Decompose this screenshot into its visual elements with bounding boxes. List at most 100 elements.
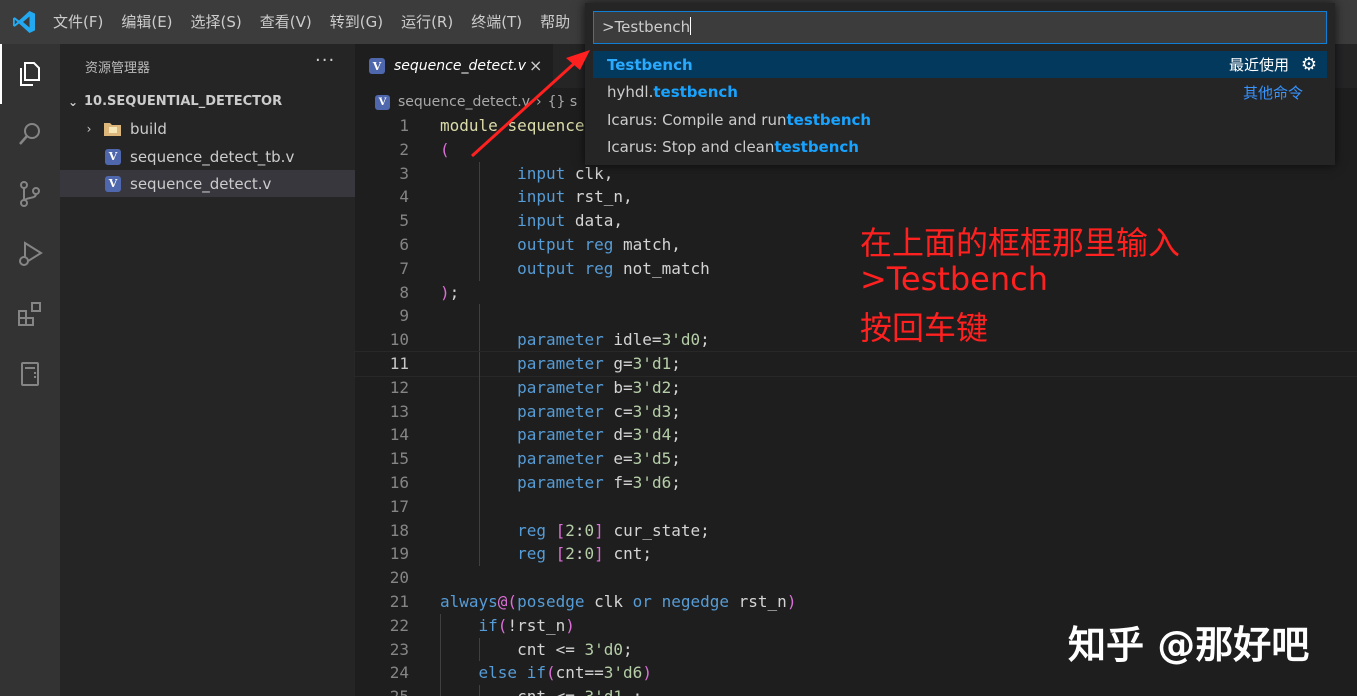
- verilog-file-icon: V: [105, 175, 121, 192]
- breadcrumb-file[interactable]: sequence_detect.v: [398, 94, 530, 110]
- menu-item[interactable]: 选择(S): [182, 0, 251, 44]
- search-activity[interactable]: [0, 104, 60, 164]
- line-number: 7: [399, 258, 409, 278]
- close-icon[interactable]: ×: [529, 56, 542, 75]
- explorer-activity[interactable]: [0, 44, 60, 104]
- code-text: parameter idle=3'd0;: [517, 330, 710, 350]
- code-line[interactable]: 5 input data,: [355, 209, 1357, 233]
- code-line[interactable]: 9: [355, 304, 1357, 329]
- menu-item[interactable]: 转到(G): [321, 0, 392, 44]
- activity-bar: [0, 44, 60, 696]
- line-number: 13: [389, 401, 409, 421]
- indent-guide: [478, 494, 480, 519]
- code-text: (: [440, 139, 450, 159]
- code-line[interactable]: 8);: [355, 281, 1357, 305]
- menu-item[interactable]: 终端(T): [462, 0, 531, 44]
- run-debug-icon: [19, 241, 43, 266]
- code-line[interactable]: 14 parameter d=3'd4;: [355, 423, 1357, 448]
- command-match: testbench: [653, 83, 738, 101]
- source-control-activity[interactable]: [0, 164, 60, 224]
- workspace-folder[interactable]: ⌄ 10.SEQUENTIAL_DETECTOR: [60, 88, 355, 115]
- code-line[interactable]: 4 input rst_n,: [355, 185, 1357, 210]
- code-line[interactable]: 19 reg [2:0] cnt;: [355, 542, 1357, 567]
- code-line[interactable]: 21 always@(posedge clk or negedge rst_n): [355, 590, 1357, 614]
- command-item[interactable]: hyhdl. testbench 其他命令: [593, 79, 1327, 106]
- code-text: );: [440, 282, 460, 302]
- workspace-folder-label: 10.SEQUENTIAL_DETECTOR: [84, 94, 283, 109]
- code-line[interactable]: 17: [355, 494, 1357, 519]
- source-control-icon: [20, 181, 40, 207]
- remote-activity[interactable]: [0, 344, 60, 404]
- tree-item-sequence-detect[interactable]: V sequence_detect.v: [60, 170, 355, 197]
- sidebar-title: 资源管理器: [85, 61, 151, 76]
- line-number: 12: [389, 377, 409, 397]
- recently-used-label: 最近使用: [1228, 56, 1289, 74]
- line-number: 9: [399, 306, 409, 326]
- menu-item[interactable]: 编辑(E): [112, 0, 181, 44]
- tree-item-label: sequence_detect_tb.v: [130, 147, 295, 166]
- line-number: 19: [389, 544, 409, 564]
- code-editor[interactable]: 1 module sequence 2(3 input clk, 4 input rs…: [354, 114, 1357, 696]
- command-item[interactable]: Icarus: Compile and run testbench: [593, 106, 1327, 133]
- command-palette-input[interactable]: >Testbench: [593, 11, 1327, 44]
- menu-item[interactable]: 帮助: [531, 0, 579, 44]
- line-number: 22: [389, 615, 409, 635]
- command-item[interactable]: Testbench 最近使用 ⚙: [593, 51, 1327, 78]
- extensions-activity[interactable]: [0, 284, 60, 344]
- run-debug-activity[interactable]: [0, 224, 60, 284]
- menu-item[interactable]: 查看(V): [251, 0, 321, 44]
- watermark: 知乎 @那好吧: [1068, 623, 1310, 667]
- gear-icon[interactable]: ⚙: [1301, 54, 1317, 75]
- line-number: 14: [389, 425, 409, 445]
- code-text: module sequence: [440, 116, 585, 135]
- code-text: parameter g=3'd1;: [517, 353, 681, 373]
- explorer-sidebar: 资源管理器 ··· ⌄ 10.SEQUENTIAL_DETECTOR › bui…: [60, 44, 355, 696]
- code-text: parameter f=3'd6;: [517, 472, 681, 492]
- line-number: 8: [399, 282, 409, 302]
- line-number: 20: [389, 568, 409, 588]
- line-number: 16: [389, 472, 409, 492]
- remote-explorer-icon: [21, 362, 39, 386]
- verilog-file-icon: V: [369, 58, 385, 74]
- code-line[interactable]: 20: [355, 566, 1357, 590]
- code-line[interactable]: 13 parameter c=3'd3;: [355, 399, 1357, 424]
- menu-bar: 文件(F) 编辑(E) 选择(S) 查看(V) 转到(G) 运行(R) 终端(T) 帮助: [44, 0, 579, 44]
- menu-item[interactable]: 运行(R): [392, 0, 462, 44]
- code-line[interactable]: 18 reg [2:0] cur_state;: [355, 518, 1357, 543]
- line-number: 25: [355, 685, 409, 696]
- tree-item-label: build: [130, 119, 167, 138]
- code-text: reg [2:0] cur_state;: [517, 520, 710, 540]
- tab-sequence-detect[interactable]: V sequence_detect.v ×: [355, 44, 553, 88]
- line-number: 5: [399, 211, 409, 231]
- code-text: output reg not_match: [517, 258, 710, 278]
- code-line[interactable]: 6 output reg match,: [355, 232, 1357, 257]
- tree-item-sequence-detect-tb[interactable]: V sequence_detect_tb.v: [60, 143, 355, 170]
- code-line[interactable]: 16 parameter f=3'd6;: [355, 470, 1357, 495]
- code-line[interactable]: 15 parameter e=3'd5;: [355, 447, 1357, 471]
- line-number: 3: [399, 163, 409, 183]
- line-number: 24: [389, 663, 409, 683]
- verilog-file-icon: V: [105, 148, 121, 165]
- breadcrumb-symbol[interactable]: {} s: [548, 94, 578, 110]
- tree-item-build[interactable]: › build: [60, 115, 355, 142]
- code-line[interactable]: 10 parameter idle=3'd0;: [355, 328, 1357, 352]
- menu-item[interactable]: 文件(F): [44, 0, 112, 44]
- code-line[interactable]: 3 input clk,: [355, 161, 1357, 186]
- command-item[interactable]: Icarus: Stop and clean testbench: [593, 134, 1327, 161]
- line-number: 18: [389, 520, 409, 540]
- code-line[interactable]: 7 output reg not_match: [355, 256, 1357, 281]
- tab-label: sequence_detect.v: [394, 58, 526, 74]
- code-text: reg [2:0] cnt;: [517, 544, 652, 564]
- code-text: input clk,: [517, 163, 614, 183]
- annotation-line-2: >Testbench: [860, 260, 1048, 298]
- tree-item-label: sequence_detect.v: [130, 174, 272, 193]
- code-text: parameter e=3'd5;: [517, 449, 681, 469]
- code-line[interactable]: 25 cnt <= 3'd1 ;: [355, 685, 1357, 696]
- more-actions-icon[interactable]: ···: [315, 50, 335, 71]
- code-line[interactable]: 11 parameter g=3'd1;: [354, 350, 1357, 377]
- code-line[interactable]: 12 parameter b=3'd2;: [355, 375, 1357, 400]
- code-text: parameter d=3'd4;: [517, 425, 681, 445]
- code-text: if(!rst_n): [478, 615, 575, 635]
- active-indicator: [0, 44, 2, 104]
- code-text: input rst_n,: [517, 187, 633, 207]
